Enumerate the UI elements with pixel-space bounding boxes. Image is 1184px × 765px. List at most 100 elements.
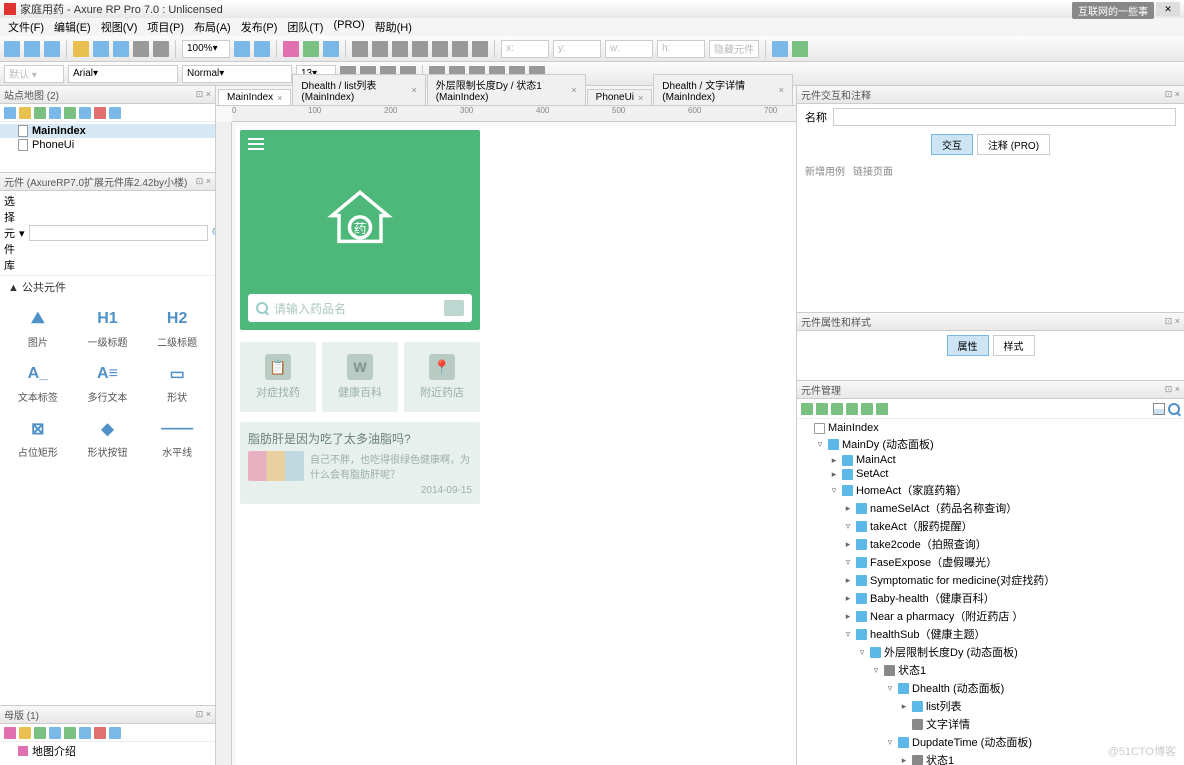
menu-item[interactable]: 编辑(E) [50,18,95,36]
widget-category[interactable]: ▲ 公共元件 [0,276,215,298]
interaction-tab[interactable]: 交互 [931,134,973,155]
menu-item[interactable]: 团队(T) [283,18,327,36]
feature-card[interactable]: 📍附近药店 [404,342,480,412]
w-field[interactable]: w: [605,40,653,58]
outdent-button[interactable] [79,107,91,119]
open-button[interactable] [24,41,40,57]
widget-item[interactable]: ⊠占位矩形 [4,412,72,465]
menu-item[interactable]: (PRO) [329,18,368,36]
publish-button[interactable] [792,41,808,57]
master-item[interactable]: 地图介绍 [0,742,215,760]
add-page-button[interactable] [4,107,16,119]
outline-node[interactable]: ▸MainAct [797,453,1184,467]
mgr-search-icon[interactable] [1168,403,1180,415]
outline-node[interactable]: ▸SetAct [797,467,1184,481]
menu-item[interactable]: 发布(P) [237,18,282,36]
group-button[interactable] [352,41,368,57]
widget-name-input[interactable] [833,108,1176,126]
menu-item[interactable]: 文件(F) [4,18,48,36]
menu-item[interactable]: 布局(A) [190,18,235,36]
master-up-button[interactable] [34,727,46,739]
x-field[interactable]: x: [501,40,549,58]
search-box[interactable]: 请输入药品名 [248,294,472,322]
fill-button[interactable] [283,41,299,57]
sitemap-item[interactable]: PhoneUi [0,138,215,152]
hidden-field[interactable]: 隐藏元件 [709,40,759,58]
outline-node[interactable]: ▿MainDy (动态面板) [797,435,1184,453]
move-up-button[interactable] [34,107,46,119]
fontstyle-combo[interactable]: Normal ▾ [182,65,292,83]
outline-node[interactable]: ▿FaseExpose（虚假曝光） [797,553,1184,571]
outline-node[interactable]: ▸list列表 [797,697,1184,715]
master-down-button[interactable] [49,727,61,739]
mgr-btn6[interactable] [876,403,888,415]
indent-button[interactable] [64,107,76,119]
connect-mode-button[interactable] [254,41,270,57]
mgr-btn3[interactable] [831,403,843,415]
master-out-button[interactable] [79,727,91,739]
props-tab[interactable]: 属性 [947,335,989,356]
feature-card[interactable]: W健康百科 [322,342,398,412]
copy-button[interactable] [93,41,109,57]
y-field[interactable]: y: [553,40,601,58]
ungroup-button[interactable] [372,41,388,57]
widget-item[interactable]: A≡多行文本 [74,357,142,410]
widget-item[interactable]: A_文本标签 [4,357,72,410]
widget-item[interactable]: ——水平线 [143,412,211,465]
interaction-link[interactable]: 新增用例 [805,167,845,178]
master-folder-button[interactable] [19,727,31,739]
camera-icon[interactable] [444,300,464,316]
master-del-button[interactable] [94,727,106,739]
outline-node[interactable]: ▿HomeAct（家庭药箱） [797,481,1184,499]
menu-icon[interactable] [248,138,264,150]
feature-card[interactable]: 📋对症找药 [240,342,316,412]
canvas[interactable]: 药 请输入药品名 📋对症找药W健康百科📍附近药店 脂肪肝是因为吃了太多油脂吗? [236,126,796,765]
move-down-button[interactable] [49,107,61,119]
document-tab[interactable]: Dhealth / 文字详情 (MainIndex)× [653,74,793,105]
widget-item[interactable]: H1一级标题 [74,302,142,355]
document-tab[interactable]: Dhealth / list列表 (MainIndex)× [292,74,425,105]
save-button[interactable] [44,41,60,57]
line-button[interactable] [303,41,319,57]
outline-node[interactable]: ▸take2code（拍照查询） [797,535,1184,553]
mgr-btn1[interactable] [801,403,813,415]
interaction-tab[interactable]: 注释 (PRO) [977,134,1050,155]
props-tab[interactable]: 样式 [993,335,1035,356]
mockup-frame[interactable]: 药 请输入药品名 📋对症找药W健康百科📍附近药店 脂肪肝是因为吃了太多油脂吗? [240,130,480,504]
master-in-button[interactable] [64,727,76,739]
distribute-button[interactable] [452,41,468,57]
cut-button[interactable] [73,41,89,57]
outline-node[interactable]: ▸Baby-health（健康百科） [797,589,1184,607]
back-button[interactable] [412,41,428,57]
outline-node[interactable]: ▿外层限制长度Dy (动态面板) [797,643,1184,661]
preview-button[interactable] [772,41,788,57]
menu-item[interactable]: 视图(V) [97,18,142,36]
font-combo[interactable]: Arial ▾ [68,65,178,83]
outline-node[interactable]: MainIndex [797,421,1184,435]
search-page-button[interactable] [109,107,121,119]
document-tab[interactable]: PhoneUi× [587,89,653,105]
outline-node[interactable]: ▿Dhealth (动态面板) [797,679,1184,697]
widget-search-icon[interactable]: 🔍 [212,227,215,240]
align-button[interactable] [432,41,448,57]
new-button[interactable] [4,41,20,57]
outline-node[interactable]: 文字详情 [797,715,1184,733]
linew-button[interactable] [323,41,339,57]
outline-node[interactable]: ▸Near a pharmacy（附近药店 ） [797,607,1184,625]
paste-button[interactable] [113,41,129,57]
document-tab[interactable]: MainIndex× [218,89,291,105]
outline-node[interactable]: ▸nameSelAct（药品名称查询） [797,499,1184,517]
style-preset[interactable]: 默认 ▾ [4,65,64,83]
article-card[interactable]: 脂肪肝是因为吃了太多油脂吗? 自己不胖，也吃得很绿色健康啊，为什么会有脂肪肝呢？… [240,422,480,504]
mgr-btn4[interactable] [846,403,858,415]
zoom-combo[interactable]: 100% ▾ [182,40,230,58]
h-field[interactable]: h: [657,40,705,58]
menu-item[interactable]: 帮助(H) [371,18,416,36]
menu-item[interactable]: 项目(P) [143,18,188,36]
widget-item[interactable]: H2二级标题 [143,302,211,355]
widget-item[interactable]: ◆形状按钮 [74,412,142,465]
libsel-dropdown[interactable]: ▾ [19,227,25,240]
close-button[interactable]: ✕ [1156,2,1180,16]
redo-button[interactable] [153,41,169,57]
document-tab[interactable]: 外层限制长度Dy / 状态1 (MainIndex)× [427,74,586,105]
